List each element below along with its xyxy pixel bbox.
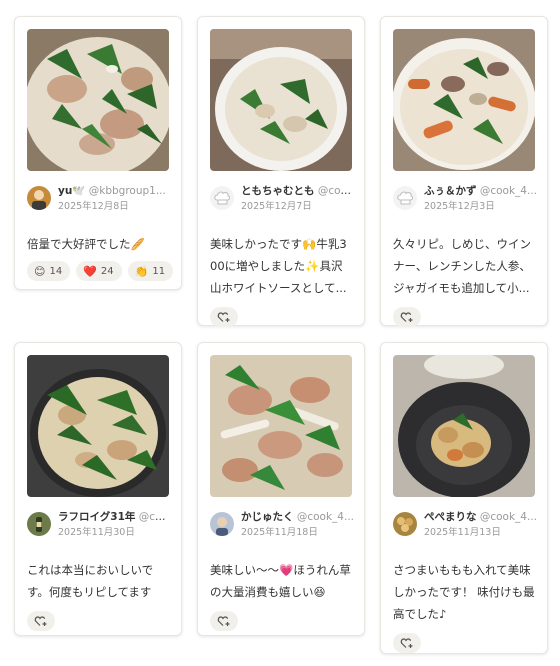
author-info[interactable]: yu🕊️ @kbbgroup1... 2025年12月8日 xyxy=(27,185,169,217)
author-info[interactable]: ふぅ＆かず @cook_4... 2025年12月3日 xyxy=(393,185,537,217)
add-reaction-button[interactable] xyxy=(210,611,238,631)
author-handle: @kbbgroup1... xyxy=(88,185,166,197)
author-handle: @co... xyxy=(138,511,171,523)
dish-photo[interactable] xyxy=(27,355,169,497)
report-comment: 久々リピ。しめじ、ウインナー、レンチンした人参、ジャガイモも追加して小... xyxy=(393,237,531,295)
smile-icon: 😊 xyxy=(34,264,46,278)
report-date: 2025年11月18日 xyxy=(241,527,318,538)
author-info[interactable]: ぺぺまりな @cook_4... 2025年11月13日 xyxy=(393,511,537,543)
author-info[interactable]: ともちゃむとも @coo... 2025年12月7日 xyxy=(210,185,354,217)
author-info[interactable]: かじゅたく @cook_4... 2025年11月18日 xyxy=(210,511,354,543)
report-comment: さつまいももも入れて美味しかったです！ 味付けも最高でした♪ xyxy=(393,563,535,621)
reaction-list: 😊 14 ❤️ 24 👏 11 xyxy=(27,261,174,281)
dish-photo[interactable] xyxy=(27,29,169,171)
author-handle: @cook_4... xyxy=(479,511,537,523)
author-name[interactable]: ぺぺまりな xyxy=(424,511,477,523)
author-name[interactable]: ラフロイグ31年 xyxy=(58,511,135,523)
report-comment: 倍量で大好評でした🥖 xyxy=(27,237,145,251)
report-comment: 美味しかったです🙌牛乳300に増やしました✨具沢山ホワイトソースとして... xyxy=(210,237,347,295)
clap-icon: 👏 xyxy=(134,264,149,278)
reaction-count: 14 xyxy=(49,265,63,277)
author-name[interactable]: かじゅたく xyxy=(241,511,294,523)
add-reaction-button[interactable] xyxy=(27,611,55,631)
report-date: 2025年12月8日 xyxy=(58,201,129,212)
avatar-photo-icon[interactable] xyxy=(27,186,51,210)
add-reaction-button[interactable] xyxy=(393,633,421,653)
report-date: 2025年12月7日 xyxy=(241,201,312,212)
report-date: 2025年11月30日 xyxy=(58,527,135,538)
reaction-count: 24 xyxy=(100,265,114,277)
author-name[interactable]: ふぅ＆かず xyxy=(424,185,477,197)
add-reaction-heart-icon xyxy=(34,616,47,626)
reaction-clap-button[interactable]: 👏 11 xyxy=(127,261,174,281)
add-reaction-heart-icon xyxy=(400,312,413,322)
dish-photo[interactable] xyxy=(210,29,352,171)
author-handle: @coo... xyxy=(317,185,354,197)
reaction-count: 11 xyxy=(152,265,166,277)
author-handle: @cook_4... xyxy=(296,511,354,523)
report-card[interactable]: ぺぺまりな @cook_4... 2025年11月13日 さつまいももも入れて美… xyxy=(380,342,548,654)
dish-photo[interactable] xyxy=(393,29,535,171)
author-name[interactable]: yu🕊️ xyxy=(58,185,85,197)
heart-icon: ❤️ xyxy=(83,264,97,278)
report-date: 2025年11月13日 xyxy=(424,527,501,538)
reaction-heart-button[interactable]: ❤️ 24 xyxy=(76,261,122,281)
report-card[interactable]: ともちゃむとも @coo... 2025年12月7日 美味しかったです🙌牛乳30… xyxy=(197,16,365,327)
author-info[interactable]: ラフロイグ31年 @co... 2025年11月30日 xyxy=(27,511,171,543)
chef-hat-icon[interactable] xyxy=(210,186,234,210)
add-reaction-heart-icon xyxy=(217,312,230,322)
reaction-smile-button[interactable]: 😊 14 xyxy=(27,261,71,281)
report-date: 2025年12月3日 xyxy=(424,201,495,212)
report-comment: これは本当においしいです。何度もリピしてます xyxy=(27,563,154,599)
dish-photo[interactable] xyxy=(393,355,535,497)
report-card[interactable]: yu🕊️ @kbbgroup1... 2025年12月8日 倍量で大好評でした🥖… xyxy=(14,16,182,290)
add-reaction-heart-icon xyxy=(400,638,413,648)
report-comment: 美味しい〜〜💗ほうれん草の大量消費も嬉しい😆 xyxy=(210,563,351,599)
avatar-photo-icon[interactable] xyxy=(27,512,51,536)
dish-photo[interactable] xyxy=(210,355,352,497)
avatar-photo-icon[interactable] xyxy=(210,512,234,536)
add-reaction-heart-icon xyxy=(217,616,230,626)
report-card[interactable]: ラフロイグ31年 @co... 2025年11月30日 これは本当においしいです… xyxy=(14,342,182,636)
author-handle: @cook_4... xyxy=(479,185,537,197)
chef-hat-icon[interactable] xyxy=(393,186,417,210)
avatar-photo-icon[interactable] xyxy=(393,512,417,536)
add-reaction-button[interactable] xyxy=(210,307,238,327)
report-card[interactable]: かじゅたく @cook_4... 2025年11月18日 美味しい〜〜💗ほうれん… xyxy=(197,342,365,636)
report-card[interactable]: ふぅ＆かず @cook_4... 2025年12月3日 久々リピ。しめじ、ウイン… xyxy=(380,16,548,327)
add-reaction-button[interactable] xyxy=(393,307,421,327)
author-name[interactable]: ともちゃむとも xyxy=(241,185,315,197)
